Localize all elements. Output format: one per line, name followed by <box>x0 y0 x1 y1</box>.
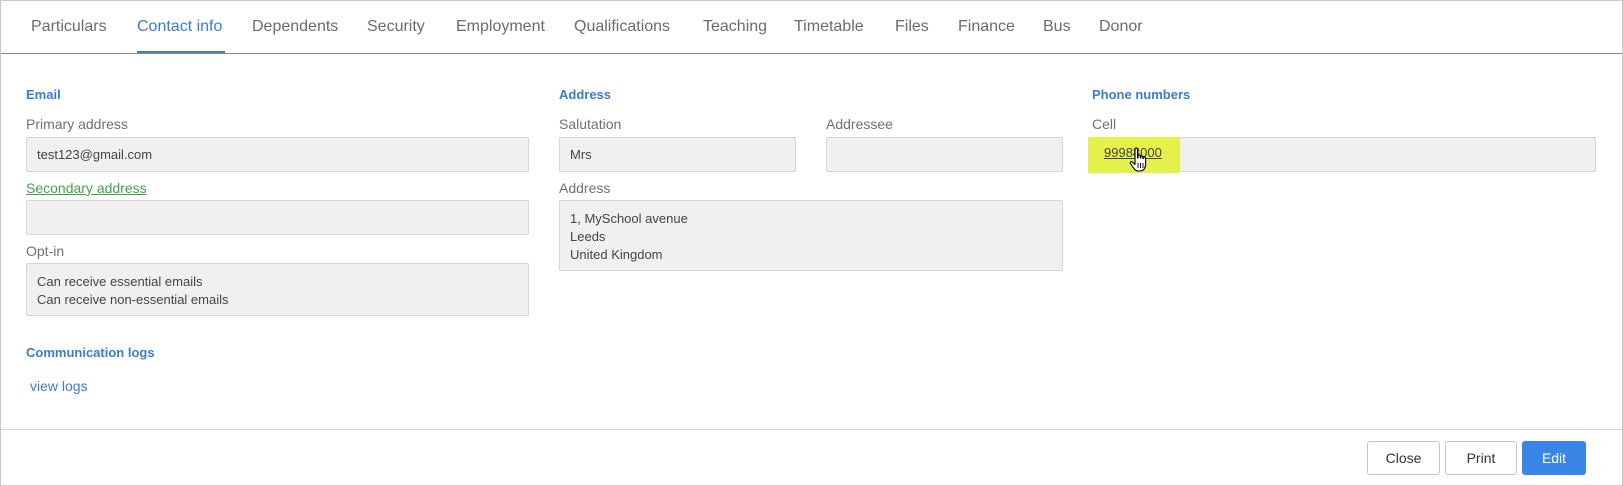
tab-particulars[interactable]: Particulars <box>31 18 107 36</box>
hand-pointer-icon <box>1129 147 1147 172</box>
tab-bar: Particulars Contact info Dependents Secu… <box>1 1 1622 54</box>
address-line: Leeds <box>570 229 606 244</box>
address-field[interactable]: 1, MySchool avenue Leeds United Kingdom <box>559 200 1063 271</box>
opt-in-label: Opt-in <box>26 243 65 259</box>
secondary-address-link[interactable]: Secondary address <box>26 180 147 196</box>
tab-dependents[interactable]: Dependents <box>252 18 338 36</box>
edit-button[interactable]: Edit <box>1522 441 1586 475</box>
primary-address-label: Primary address <box>26 116 128 132</box>
address-line: United Kingdom <box>570 247 663 262</box>
opt-in-field: Can receive essential emails Can receive… <box>26 263 529 316</box>
tab-files[interactable]: Files <box>895 18 929 36</box>
salutation-label: Salutation <box>559 116 622 132</box>
addressee-field[interactable] <box>826 137 1063 172</box>
tab-contact-info[interactable]: Contact info <box>137 18 222 36</box>
view-logs-link[interactable]: view logs <box>30 378 88 394</box>
address-label: Address <box>559 180 611 196</box>
active-tab-indicator <box>137 51 225 53</box>
address-section-title: Address <box>559 87 612 102</box>
close-button[interactable]: Close <box>1367 441 1440 475</box>
secondary-address-field[interactable] <box>26 200 529 235</box>
print-button[interactable]: Print <box>1445 441 1517 475</box>
tab-teaching[interactable]: Teaching <box>703 18 767 36</box>
address-line: 1, MySchool avenue <box>570 211 688 226</box>
cell-label: Cell <box>1092 116 1117 132</box>
opt-in-line: Can receive non-essential emails <box>37 292 229 307</box>
tab-employment[interactable]: Employment <box>456 18 545 36</box>
salutation-value: Mrs <box>570 146 592 162</box>
contact-info-panel: Particulars Contact info Dependents Secu… <box>0 0 1623 486</box>
tab-security[interactable]: Security <box>367 18 425 36</box>
communication-logs-title: Communication logs <box>26 345 155 360</box>
salutation-field[interactable]: Mrs <box>559 137 796 172</box>
opt-in-line: Can receive essential emails <box>37 274 203 289</box>
tab-qualifications[interactable]: Qualifications <box>574 18 670 36</box>
primary-address-value: test123@gmail.com <box>37 146 153 162</box>
tab-finance[interactable]: Finance <box>958 18 1015 36</box>
addressee-label: Addressee <box>826 116 893 132</box>
tab-donor[interactable]: Donor <box>1099 18 1143 36</box>
tab-timetable[interactable]: Timetable <box>794 18 864 36</box>
primary-address-field[interactable]: test123@gmail.com <box>26 137 529 172</box>
tab-bus[interactable]: Bus <box>1043 18 1071 36</box>
email-section-title: Email <box>26 87 61 102</box>
phone-numbers-title: Phone numbers <box>1092 87 1191 102</box>
